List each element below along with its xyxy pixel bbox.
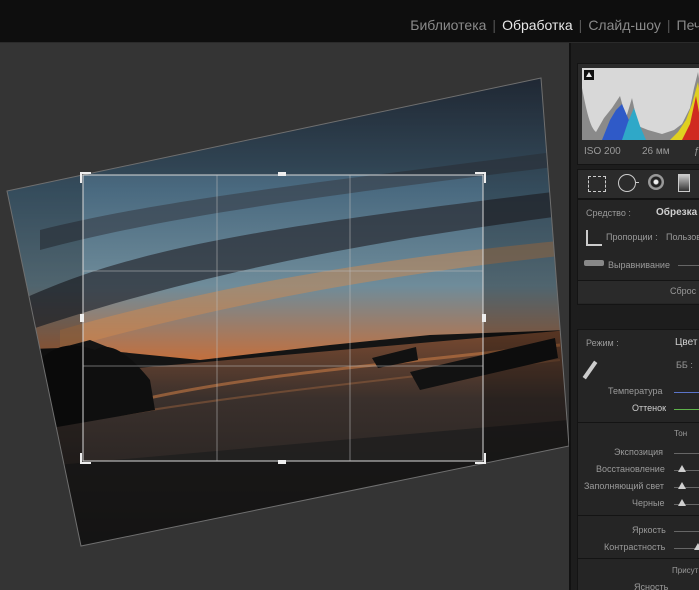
module-picker-bar: Библиотека | Обработка | Слайд-шоу | Печа <box>0 0 699 43</box>
straighten-slider[interactable] <box>678 265 699 266</box>
module-separator: | <box>666 17 671 33</box>
straighten-tool-icon[interactable] <box>584 260 604 266</box>
crop-handle-right[interactable] <box>482 314 486 322</box>
histogram-aperture: ƒ <box>694 146 699 157</box>
module-develop[interactable]: Обработка <box>502 17 573 33</box>
module-library[interactable]: Библиотека <box>410 17 486 33</box>
crop-handle-left[interactable] <box>80 314 84 322</box>
fill-light-knob[interactable] <box>678 482 686 489</box>
clipping-indicator-icon[interactable] <box>584 70 594 80</box>
crop-handle-bottom[interactable] <box>278 460 286 464</box>
red-eye-tool-icon[interactable] <box>648 174 664 190</box>
right-panel: ISO 200 26 мм ƒ Средство : Обрезка Пропо… <box>569 43 699 590</box>
contrast-label: Контрастность <box>604 542 666 552</box>
mode-label: Режим : <box>586 338 619 348</box>
photo-view <box>0 43 569 590</box>
histogram-panel: ISO 200 26 мм ƒ <box>577 63 699 165</box>
graduated-filter-tool-icon[interactable] <box>678 174 690 192</box>
straighten-label: Выравнивание <box>608 260 670 270</box>
arrow-icon <box>636 182 639 183</box>
crop-handle-top[interactable] <box>278 172 286 176</box>
histogram-iso: ISO 200 <box>584 146 621 157</box>
divider <box>578 422 699 423</box>
exposure-slider[interactable] <box>674 453 699 454</box>
aspect-value[interactable]: Пользов <box>666 232 699 242</box>
tint-slider[interactable] <box>674 409 699 410</box>
wb-label: ББ : <box>676 360 693 370</box>
eyedropper-icon[interactable] <box>582 360 598 380</box>
mode-value[interactable]: Цвет <box>675 337 697 348</box>
reset-button[interactable]: Сброс <box>578 280 699 303</box>
temperature-slider[interactable] <box>674 392 699 393</box>
recovery-knob[interactable] <box>678 465 686 472</box>
tool-strip <box>577 169 699 199</box>
fill-light-label: Заполняющий свет <box>584 481 664 491</box>
divider <box>578 558 699 559</box>
blacks-label: Черные <box>632 498 665 508</box>
temperature-label: Температура <box>608 386 663 396</box>
reset-label: Сброс <box>670 286 697 296</box>
module-separator: | <box>492 17 497 33</box>
spot-removal-tool-icon[interactable] <box>618 174 636 192</box>
tint-label: Оттенок <box>632 403 667 413</box>
exposure-label: Экспозиция <box>614 447 663 457</box>
crop-tool-panel: Средство : Обрезка Пропорции : Пользов В… <box>577 199 699 305</box>
presence-header: Присут <box>672 566 699 575</box>
module-print[interactable]: Печа <box>677 17 699 33</box>
module-slideshow[interactable]: Слайд-шоу <box>588 17 661 33</box>
contrast-knob[interactable] <box>694 543 699 550</box>
crop-frame-tool-icon[interactable] <box>586 230 602 246</box>
aspect-label: Пропорции : <box>606 232 658 242</box>
histogram-chart <box>582 72 699 140</box>
recovery-label: Восстановление <box>596 464 665 474</box>
histogram-graph <box>582 68 699 140</box>
brightness-slider[interactable] <box>674 531 699 532</box>
divider <box>578 515 699 516</box>
basic-panel: Режим : Цвет ББ : Температура Оттенок То… <box>577 329 699 590</box>
clarity-label: Ясность <box>634 582 669 590</box>
brightness-label: Яркость <box>632 525 666 535</box>
crop-overlay-tool-icon[interactable] <box>588 176 606 192</box>
tool-value: Обрезка <box>656 207 698 218</box>
blacks-knob[interactable] <box>678 499 686 506</box>
module-separator: | <box>578 17 583 33</box>
module-list: Библиотека | Обработка | Слайд-шоу | Печа <box>410 17 699 33</box>
histogram-focal-length: 26 мм <box>642 146 670 157</box>
tone-header: Тон <box>674 429 688 438</box>
tool-label: Средство : <box>586 208 631 218</box>
photo-canvas[interactable] <box>0 43 569 590</box>
